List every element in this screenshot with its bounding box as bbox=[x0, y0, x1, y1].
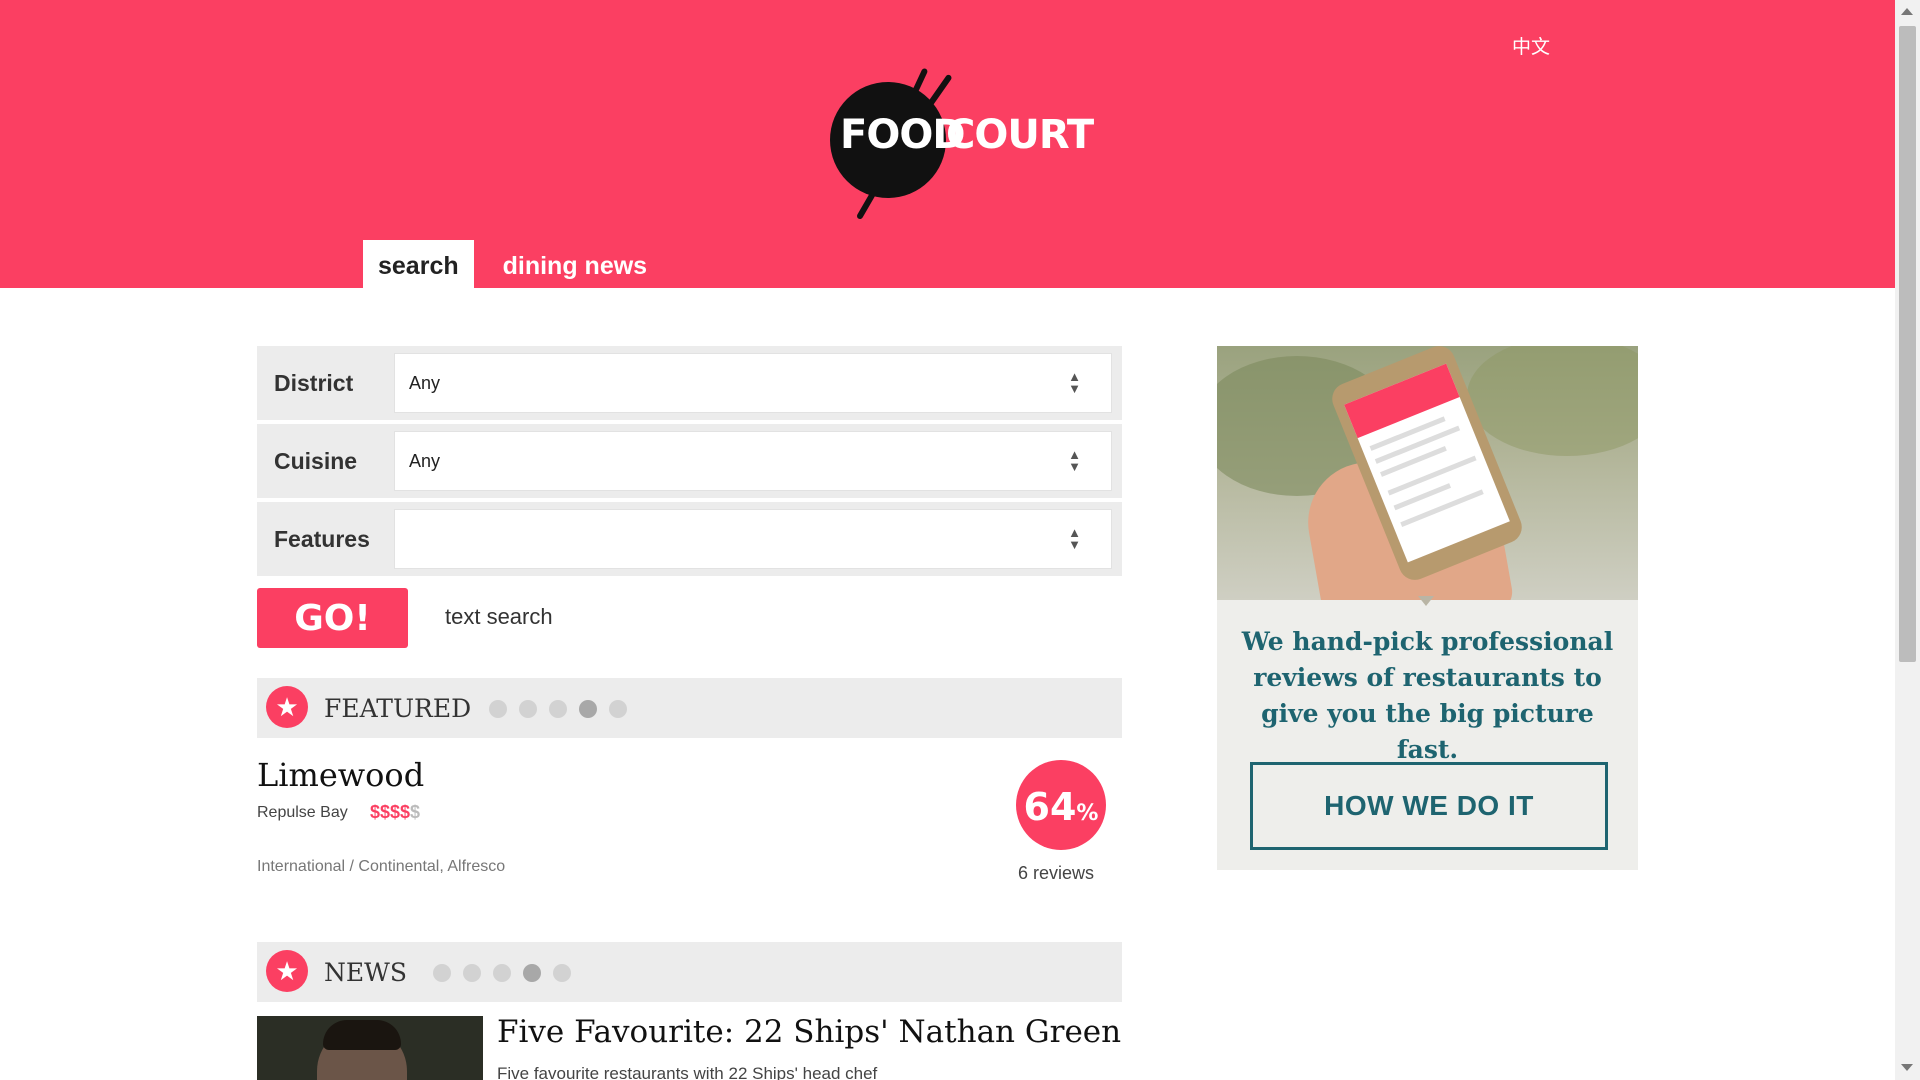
carousel-dot-active[interactable] bbox=[579, 700, 597, 718]
district-select-value: Any bbox=[409, 373, 441, 393]
score-unit: % bbox=[1076, 801, 1099, 826]
search-form: District Any ▲ ▼ Cuisine Any ▲ ▼ Features … bbox=[257, 346, 1122, 580]
chef-hair bbox=[323, 1020, 401, 1050]
logo-text-court: COURT bbox=[946, 112, 1094, 158]
select-arrows-icon: ▲ ▼ bbox=[1068, 525, 1081, 552]
cuisine-label: Cuisine bbox=[274, 448, 358, 474]
star-icon: ★ bbox=[266, 686, 308, 728]
phone-screen-line bbox=[1400, 489, 1484, 527]
carousel-dot[interactable] bbox=[549, 700, 567, 718]
tab-search[interactable]: search bbox=[363, 240, 474, 288]
carousel-dot[interactable] bbox=[489, 700, 507, 718]
score-value: 64 bbox=[1023, 785, 1077, 829]
featured-title: FEATURED bbox=[324, 694, 472, 723]
site-header: 中文 FOOD COURT search dining news bbox=[0, 0, 1895, 288]
news-carousel-dots bbox=[433, 964, 583, 982]
district-label: District bbox=[274, 370, 354, 396]
cuisine-select-value: Any bbox=[409, 451, 441, 471]
star-icon: ★ bbox=[266, 950, 308, 992]
price-inactive: $ bbox=[410, 802, 421, 822]
photo-background-blur bbox=[1467, 346, 1638, 456]
restaurant-price: $$$$$ bbox=[370, 802, 420, 823]
select-arrows-icon: ▲ ▼ bbox=[1068, 447, 1081, 474]
features-select[interactable]: ▲ ▼ bbox=[394, 509, 1112, 569]
carousel-dot[interactable] bbox=[463, 964, 481, 982]
district-select[interactable]: Any ▲ ▼ bbox=[394, 353, 1112, 413]
carousel-dot[interactable] bbox=[433, 964, 451, 982]
news-section-bar: ★ NEWS bbox=[257, 942, 1122, 1002]
featured-carousel-dots bbox=[489, 700, 639, 718]
review-count[interactable]: 6 reviews bbox=[1018, 863, 1094, 884]
select-arrows-icon: ▲ ▼ bbox=[1068, 369, 1081, 396]
text-search-link[interactable]: text search bbox=[445, 604, 553, 630]
scrollbar-thumb[interactable] bbox=[1899, 26, 1916, 662]
restaurant-name[interactable]: Limewood bbox=[257, 756, 424, 794]
promo-panel: We hand-pick professional reviews of res… bbox=[1217, 346, 1638, 870]
featured-section-bar: ★ FEATURED bbox=[257, 678, 1122, 738]
tab-dining-news[interactable]: dining news bbox=[488, 240, 662, 288]
features-row: Features ▲ ▼ bbox=[257, 502, 1122, 576]
district-row: District Any ▲ ▼ bbox=[257, 346, 1122, 420]
page-scrollbar[interactable] bbox=[1895, 0, 1920, 1080]
carousel-dot[interactable] bbox=[609, 700, 627, 718]
food-court-logo[interactable]: FOOD COURT bbox=[828, 60, 1094, 221]
features-label: Features bbox=[274, 526, 370, 552]
phone-in-hand-photo bbox=[1217, 346, 1638, 600]
language-switch-link[interactable]: 中文 bbox=[1512, 32, 1550, 59]
cuisine-row: Cuisine Any ▲ ▼ bbox=[257, 424, 1122, 498]
promo-tagline: We hand-pick professional reviews of res… bbox=[1241, 627, 1614, 764]
scroll-down-arrow-icon[interactable] bbox=[1901, 1064, 1913, 1071]
scroll-up-arrow-icon[interactable] bbox=[1901, 8, 1913, 15]
news-title: NEWS bbox=[324, 958, 407, 987]
how-we-do-it-button[interactable]: HOW WE DO IT bbox=[1250, 762, 1608, 850]
score-badge: 64% bbox=[1016, 760, 1106, 850]
restaurant-district: Repulse Bay bbox=[257, 804, 348, 821]
news-article-title[interactable]: Five Favourite: 22 Ships' Nathan Green bbox=[497, 1014, 1121, 1050]
main-tabs: search dining news bbox=[363, 240, 662, 288]
restaurant-cuisine: International / Continental, Alfresco bbox=[257, 858, 506, 875]
news-thumbnail[interactable] bbox=[257, 1016, 483, 1080]
carousel-dot-active[interactable] bbox=[523, 964, 541, 982]
carousel-dot[interactable] bbox=[519, 700, 537, 718]
carousel-dot[interactable] bbox=[493, 964, 511, 982]
photo-caret bbox=[1418, 596, 1434, 606]
price-active: $$$$ bbox=[370, 802, 411, 822]
cuisine-select[interactable]: Any ▲ ▼ bbox=[394, 431, 1112, 491]
go-button[interactable]: GO! bbox=[257, 588, 408, 648]
news-article-subtitle: Five favourite restaurants with 22 Ships… bbox=[497, 1064, 878, 1080]
carousel-dot[interactable] bbox=[553, 964, 571, 982]
